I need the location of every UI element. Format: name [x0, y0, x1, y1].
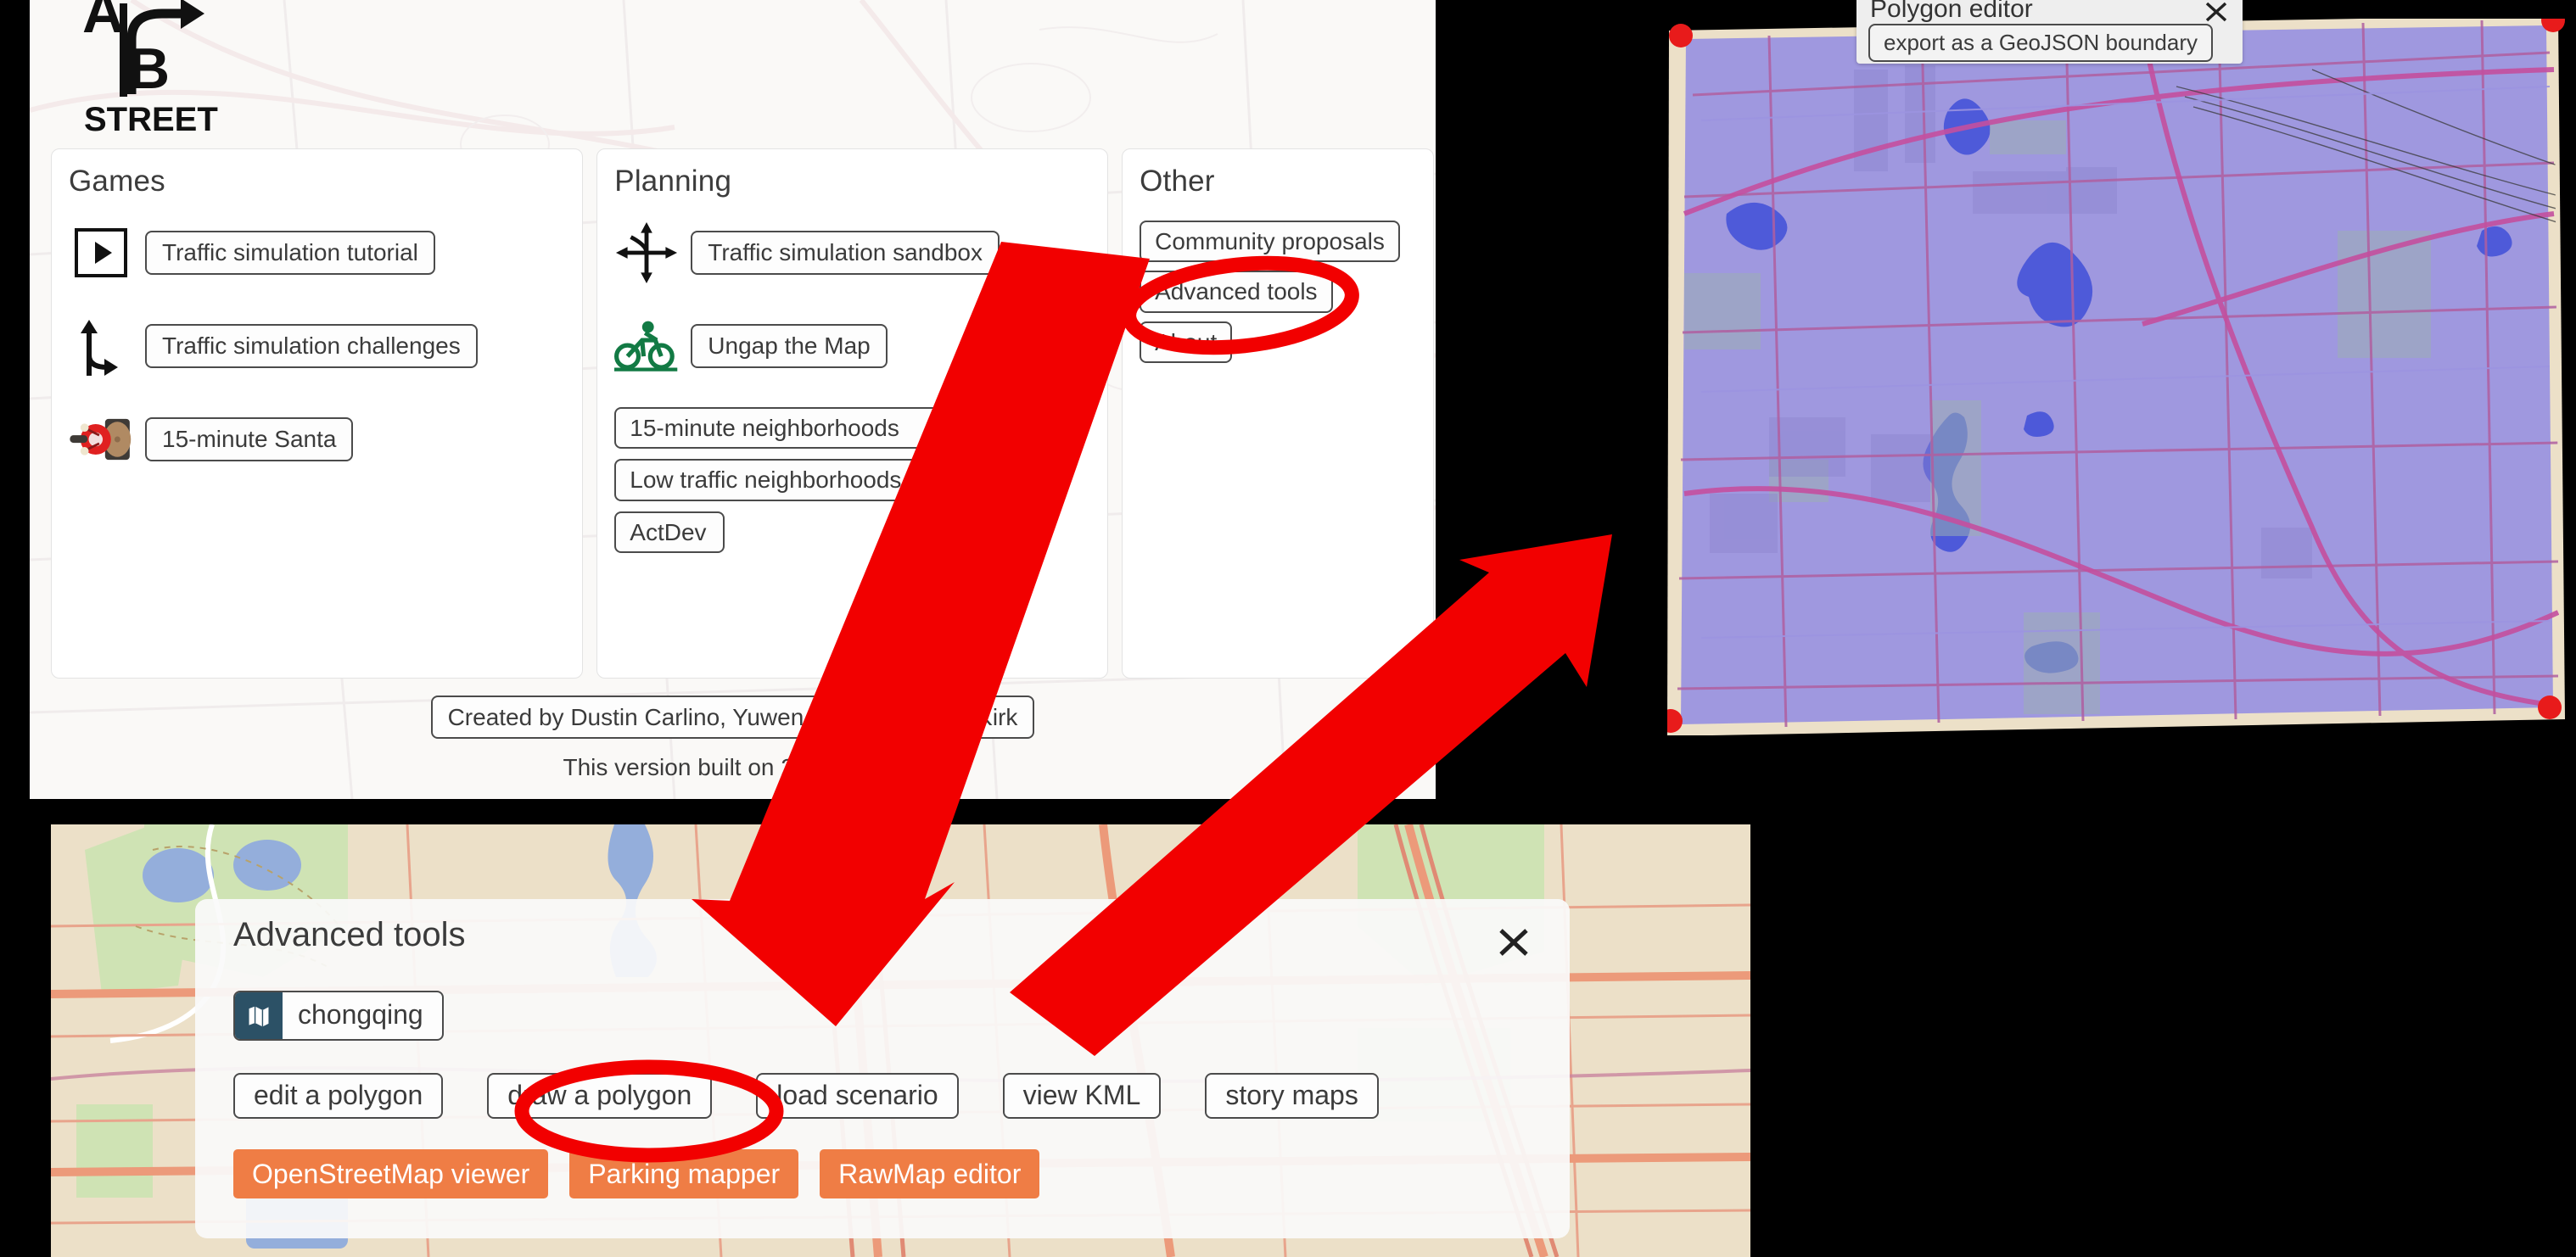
- close-icon[interactable]: [1497, 925, 1531, 958]
- actdev-button[interactable]: ActDev: [614, 511, 725, 554]
- splash-footer: Created by Dustin Carlino, Yuwen Li, and…: [30, 696, 1436, 781]
- bicycle-icon: [614, 314, 679, 378]
- turn-right-icon: [69, 314, 133, 378]
- polygon-editor-panel: Polygon editor export as a GeoJSON bound…: [1856, 0, 2243, 64]
- community-proposals-button[interactable]: Community proposals: [1140, 221, 1400, 263]
- map-icon: [235, 992, 283, 1039]
- splash-card-row: Games Traffic simulation tutorial Traffi…: [51, 148, 1435, 679]
- planning-heading: Planning: [614, 165, 732, 198]
- map-selector-chip[interactable]: chongqing: [233, 991, 444, 1041]
- about-button[interactable]: About: [1140, 321, 1233, 364]
- draw-a-polygon-button[interactable]: draw a polygon: [487, 1073, 713, 1119]
- games-item-tutorial: Traffic simulation tutorial: [69, 221, 565, 285]
- polygon-editor-map[interactable]: [1667, 19, 2567, 735]
- fifteen-minute-santa-button[interactable]: 15-minute Santa: [145, 417, 354, 461]
- traffic-simulation-sandbox-button[interactable]: Traffic simulation sandbox: [691, 231, 1000, 275]
- advanced-tools-filled-button-row: OpenStreetMap viewer Parking mapper RawM…: [233, 1149, 1040, 1198]
- advanced-tools-dialog: Advanced tools chongqing edit a polygon …: [195, 899, 1570, 1238]
- close-icon[interactable]: [2204, 0, 2229, 24]
- low-traffic-neighborhoods-button[interactable]: Low traffic neighborhoods: [614, 459, 956, 501]
- planning-item-sandbox: Traffic simulation sandbox: [614, 221, 1090, 285]
- games-item-santa: 15-minute Santa: [69, 407, 565, 472]
- planning-extra-buttons: 15-minute neighborhoods Low traffic neig…: [614, 407, 1090, 554]
- planning-item-ungap: Ungap the Map: [614, 314, 1090, 378]
- santa-icon: [69, 407, 133, 472]
- export-geojson-boundary-button[interactable]: export as a GeoJSON boundary: [1868, 24, 2213, 63]
- ungap-the-map-button[interactable]: Ungap the Map: [691, 324, 888, 368]
- advanced-tools-title: Advanced tools: [233, 916, 466, 953]
- map-selector-label: chongqing: [298, 999, 423, 1030]
- edit-a-polygon-button[interactable]: edit a polygon: [233, 1073, 444, 1119]
- polygon-handle-top-left: [1669, 24, 1693, 47]
- openstreetmap-viewer-button[interactable]: OpenStreetMap viewer: [233, 1149, 549, 1198]
- polygon-handle-bottom-right: [2538, 696, 2562, 719]
- build-date-label: This version built on 2023-03-26: [563, 754, 903, 781]
- parking-mapper-button[interactable]: Parking mapper: [569, 1149, 799, 1198]
- games-card: Games Traffic simulation tutorial Traffi…: [51, 148, 584, 679]
- traffic-simulation-challenges-button[interactable]: Traffic simulation challenges: [145, 324, 478, 368]
- games-item-challenges: Traffic simulation challenges: [69, 314, 565, 378]
- view-kml-button[interactable]: view KML: [1002, 1073, 1162, 1119]
- rawmap-editor-button[interactable]: RawMap editor: [820, 1149, 1040, 1198]
- other-buttons: Community proposals Advanced tools About: [1140, 221, 1416, 364]
- advanced-tools-screenshot: Advanced tools chongqing edit a polygon …: [51, 824, 1750, 1257]
- advanced-tools-outline-button-row: edit a polygon draw a polygon load scena…: [233, 1073, 1379, 1119]
- advanced-tools-button[interactable]: Advanced tools: [1140, 271, 1333, 313]
- abstreet-splash-screenshot: A B STREET Games Traffic simulation tuto…: [30, 0, 1436, 799]
- other-card: Other Community proposals Advanced tools…: [1122, 148, 1435, 679]
- abstreet-logo: A B STREET: [81, 0, 250, 138]
- story-maps-button[interactable]: story maps: [1205, 1073, 1379, 1119]
- credits-button[interactable]: Created by Dustin Carlino, Yuwen Li, and…: [430, 696, 1035, 740]
- fifteen-minute-neighborhoods-button[interactable]: 15-minute neighborhoods: [614, 407, 956, 450]
- polygon-editor-title: Polygon editor: [1870, 0, 2033, 23]
- four-way-arrows-icon: [614, 221, 679, 285]
- traffic-simulation-tutorial-button[interactable]: Traffic simulation tutorial: [145, 231, 435, 275]
- polygon-editor-screenshot: Polygon editor export as a GeoJSON bound…: [1657, 0, 2576, 763]
- planning-card: Planning Traffic simulation sandbox Unga…: [596, 148, 1109, 679]
- play-icon: [69, 221, 133, 285]
- other-heading: Other: [1140, 165, 1215, 198]
- logo-letter-a: A: [82, 0, 124, 45]
- logo-street-word: STREET: [84, 101, 218, 137]
- games-heading: Games: [69, 165, 165, 198]
- load-scenario-button[interactable]: load scenario: [756, 1073, 959, 1119]
